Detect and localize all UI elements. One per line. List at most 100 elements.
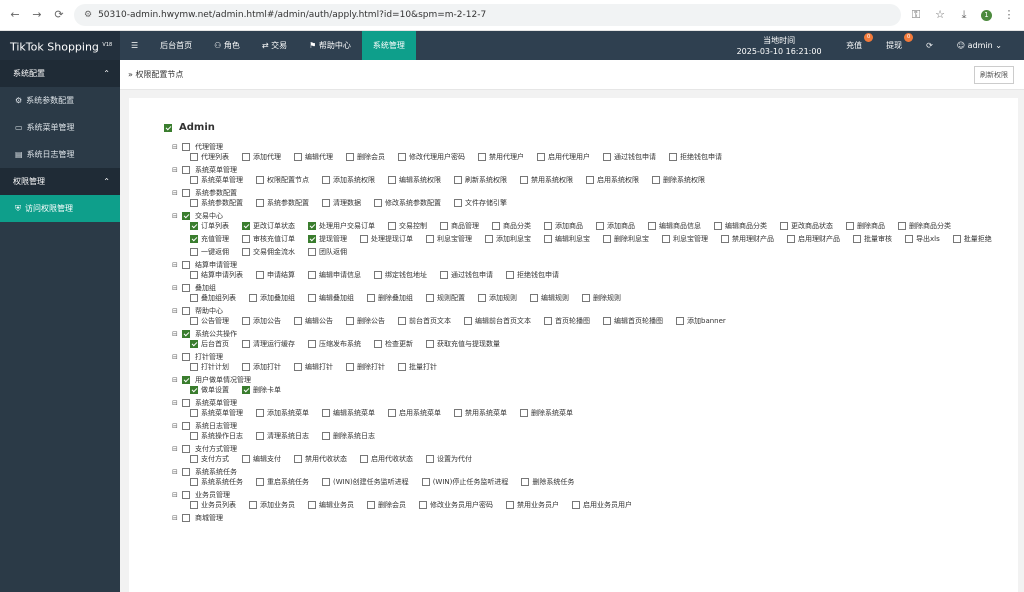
group-header[interactable]: ⊟ 支付方式管理 (172, 444, 1012, 454)
item-checkbox[interactable] (648, 222, 656, 230)
permission-item[interactable]: 刷新系统权限 (454, 175, 507, 185)
permission-item[interactable]: 编辑公告 (294, 316, 333, 326)
permission-item[interactable]: 利息宝管理 (662, 234, 708, 244)
item-checkbox[interactable] (520, 176, 528, 184)
permission-item[interactable]: 添加公告 (242, 316, 281, 326)
item-checkbox[interactable] (544, 317, 552, 325)
permission-item[interactable]: 编辑首页轮播图 (603, 316, 663, 326)
menu-roles[interactable]: ⚇ 角色 (203, 31, 251, 60)
item-checkbox[interactable] (308, 501, 316, 509)
permission-item[interactable]: 批量审核 (853, 234, 892, 244)
collapse-icon[interactable]: ⊟ (172, 329, 180, 339)
root-checkbox[interactable] (164, 123, 172, 132)
item-checkbox[interactable] (308, 222, 316, 230)
item-checkbox[interactable] (492, 222, 500, 230)
item-checkbox[interactable] (388, 176, 396, 184)
collapse-icon[interactable]: ⊟ (172, 421, 180, 431)
group-header[interactable]: ⊟ 叠加组 (172, 283, 1012, 293)
permission-item[interactable]: 删除叠加组 (367, 293, 413, 303)
collapse-icon[interactable]: ⊟ (172, 352, 180, 362)
group-checkbox[interactable] (182, 261, 190, 269)
permission-item[interactable]: 重启系统任务 (256, 477, 309, 487)
item-checkbox[interactable] (256, 432, 264, 440)
item-checkbox[interactable] (586, 176, 594, 184)
permission-item[interactable]: 规则配置 (426, 293, 465, 303)
permission-item[interactable]: 删除会员 (346, 152, 385, 162)
permission-item[interactable]: 更改订单状态 (242, 221, 295, 231)
permission-item[interactable]: 压缩发布系统 (308, 339, 361, 349)
item-checkbox[interactable] (242, 455, 250, 463)
item-checkbox[interactable] (440, 222, 448, 230)
permission-item[interactable]: 删除系统权限 (652, 175, 705, 185)
item-checkbox[interactable] (478, 153, 486, 161)
item-checkbox[interactable] (454, 176, 462, 184)
group-header[interactable]: ⊟ 商城管理 (172, 513, 1012, 523)
item-checkbox[interactable] (572, 501, 580, 509)
item-checkbox[interactable] (190, 153, 198, 161)
group-checkbox[interactable] (182, 514, 190, 522)
permission-item[interactable]: 检查更新 (374, 339, 413, 349)
collapse-icon[interactable]: ⊟ (172, 188, 180, 198)
withdraw-button[interactable]: 提现 0 (874, 33, 914, 51)
permission-item[interactable]: 添加打针 (242, 362, 281, 372)
permission-item[interactable]: 添加代理 (242, 152, 281, 162)
permission-item[interactable]: 系统菜单管理 (190, 175, 243, 185)
item-checkbox[interactable] (190, 501, 198, 509)
item-checkbox[interactable] (388, 409, 396, 417)
permission-item[interactable]: 添加系统权限 (322, 175, 375, 185)
item-checkbox[interactable] (346, 153, 354, 161)
permission-item[interactable]: 代理列表 (190, 152, 229, 162)
item-checkbox[interactable] (464, 317, 472, 325)
group-checkbox[interactable] (182, 468, 190, 476)
permission-item[interactable]: 获取充值与提现数量 (426, 339, 500, 349)
permission-item[interactable]: 交易佣金流水 (242, 247, 295, 257)
menu-help[interactable]: ⚑ 帮助中心 (298, 31, 362, 60)
permission-item[interactable]: 权限配置节点 (256, 175, 309, 185)
permission-item[interactable]: 拒绝钱包申请 (669, 152, 722, 162)
group-checkbox[interactable] (182, 284, 190, 292)
item-checkbox[interactable] (190, 222, 198, 230)
item-checkbox[interactable] (419, 501, 427, 509)
item-checkbox[interactable] (242, 363, 250, 371)
group-checkbox[interactable] (182, 491, 190, 499)
permission-item[interactable]: 审核充值订单 (242, 234, 295, 244)
item-checkbox[interactable] (190, 294, 198, 302)
menu-trade[interactable]: ⇄ 交易 (251, 31, 298, 60)
item-checkbox[interactable] (256, 271, 264, 279)
item-checkbox[interactable] (367, 294, 375, 302)
group-header[interactable]: ⊟ 系统日志管理 (172, 421, 1012, 431)
item-checkbox[interactable] (603, 153, 611, 161)
group-header[interactable]: ⊟ 系统参数配置 (172, 188, 1012, 198)
item-checkbox[interactable] (190, 340, 198, 348)
item-checkbox[interactable] (440, 271, 448, 279)
item-checkbox[interactable] (294, 317, 302, 325)
permission-item[interactable]: 编辑利息宝 (544, 234, 590, 244)
item-checkbox[interactable] (190, 409, 198, 417)
permission-item[interactable]: (WIN)创建任务监听进程 (322, 477, 409, 487)
item-checkbox[interactable] (506, 271, 514, 279)
item-checkbox[interactable] (905, 235, 913, 243)
item-checkbox[interactable] (853, 235, 861, 243)
item-checkbox[interactable] (308, 235, 316, 243)
permission-item[interactable]: 公告管理 (190, 316, 229, 326)
item-checkbox[interactable] (346, 317, 354, 325)
item-checkbox[interactable] (520, 409, 528, 417)
permission-item[interactable]: 拒绝钱包申请 (506, 270, 559, 280)
permission-item[interactable]: 禁用系统权限 (520, 175, 573, 185)
item-checkbox[interactable] (322, 432, 330, 440)
item-checkbox[interactable] (676, 317, 684, 325)
item-checkbox[interactable] (294, 363, 302, 371)
item-checkbox[interactable] (485, 235, 493, 243)
permission-item[interactable]: 启用代理用户 (537, 152, 590, 162)
permission-item[interactable]: 编辑规则 (530, 293, 569, 303)
item-checkbox[interactable] (714, 222, 722, 230)
refresh-icon[interactable]: ⟳ (914, 41, 945, 50)
permission-item[interactable]: 绑定钱包地址 (374, 270, 427, 280)
item-checkbox[interactable] (721, 235, 729, 243)
permission-item[interactable]: 清理数据 (322, 198, 361, 208)
collapse-icon[interactable]: ⊟ (172, 467, 180, 477)
download-icon[interactable]: ⤓ (957, 8, 971, 22)
permission-item[interactable]: 禁用系统菜单 (454, 408, 507, 418)
permission-item[interactable]: 添加系统菜单 (256, 408, 309, 418)
item-checkbox[interactable] (308, 340, 316, 348)
